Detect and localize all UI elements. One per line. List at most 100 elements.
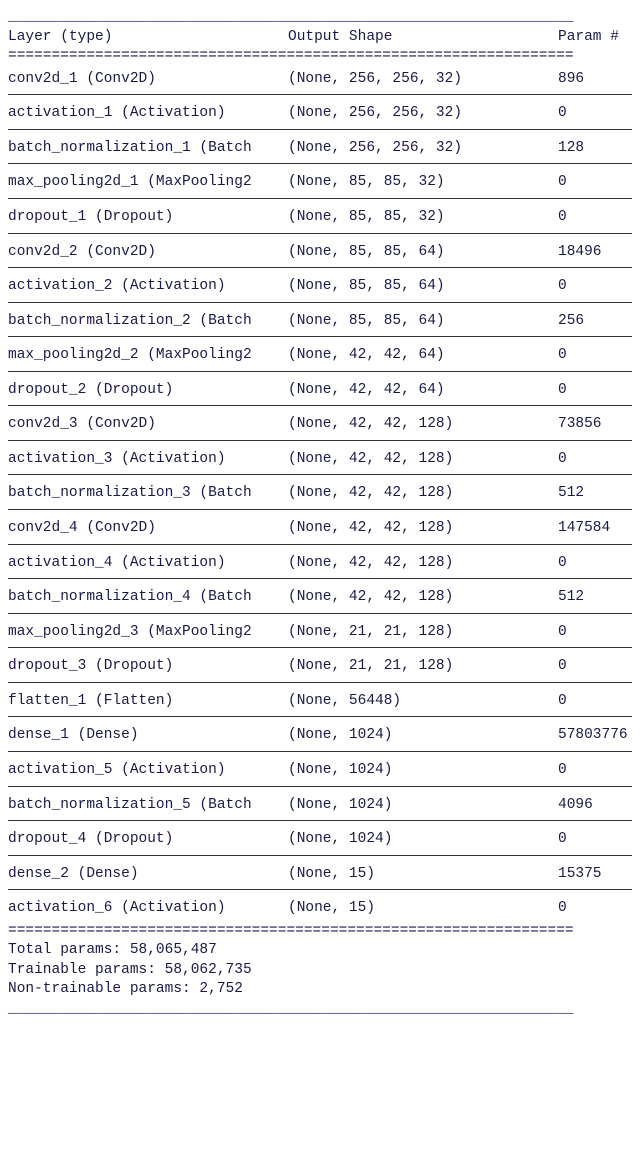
row-divider <box>8 267 632 268</box>
row-divider <box>8 544 632 545</box>
trainable-params: Trainable params: 58,062,735 <box>8 961 632 981</box>
layer-name: conv2d_4 (Conv2D) <box>8 519 288 539</box>
layer-row: conv2d_1 (Conv2D)(None, 256, 256, 32)896 <box>8 67 632 93</box>
layer-param: 0 <box>558 830 632 850</box>
layer-row: flatten_1 (Flatten)(None, 56448)0 <box>8 689 632 715</box>
layer-row: batch_normalization_3 (Batch(None, 42, 4… <box>8 481 632 507</box>
row-divider <box>8 855 632 856</box>
layer-shape: (None, 42, 42, 128) <box>288 415 558 435</box>
layer-name: activation_1 (Activation) <box>8 104 288 124</box>
row-divider <box>8 440 632 441</box>
nontrainable-params: Non-trainable params: 2,752 <box>8 980 632 1000</box>
layer-row: dropout_3 (Dropout)(None, 21, 21, 128)0 <box>8 654 632 680</box>
layer-shape: (None, 42, 42, 128) <box>288 519 558 539</box>
layer-shape: (None, 1024) <box>288 761 558 781</box>
layer-name: activation_2 (Activation) <box>8 277 288 297</box>
layer-name: activation_5 (Activation) <box>8 761 288 781</box>
layer-shape: (None, 21, 21, 128) <box>288 623 558 643</box>
layer-name: max_pooling2d_2 (MaxPooling2 <box>8 346 288 366</box>
layer-param: 0 <box>558 657 632 677</box>
layer-name: max_pooling2d_1 (MaxPooling2 <box>8 173 288 193</box>
header-shape: Output Shape <box>288 28 558 48</box>
layer-param: 0 <box>558 381 632 401</box>
bottom-underline: ________________________________________… <box>8 1000 632 1020</box>
layer-row: max_pooling2d_3 (MaxPooling2(None, 21, 2… <box>8 620 632 646</box>
layer-shape: (None, 85, 85, 64) <box>288 312 558 332</box>
row-divider <box>8 751 632 752</box>
layer-row: dropout_4 (Dropout)(None, 1024)0 <box>8 827 632 853</box>
row-divider <box>8 820 632 821</box>
layer-shape: (None, 42, 42, 128) <box>288 450 558 470</box>
footer-divider: ========================================… <box>8 922 632 942</box>
layer-row: activation_6 (Activation)(None, 15)0 <box>8 896 632 922</box>
layer-name: dense_2 (Dense) <box>8 865 288 885</box>
layer-row: conv2d_4 (Conv2D)(None, 42, 42, 128)1475… <box>8 516 632 542</box>
layer-row: activation_5 (Activation)(None, 1024)0 <box>8 758 632 784</box>
layer-name: batch_normalization_1 (Batch <box>8 139 288 159</box>
row-divider <box>8 647 632 648</box>
layer-name: dropout_1 (Dropout) <box>8 208 288 228</box>
row-divider <box>8 163 632 164</box>
header-row: Layer (type) Output Shape Param # <box>8 28 632 48</box>
layer-row: max_pooling2d_1 (MaxPooling2(None, 85, 8… <box>8 170 632 196</box>
layer-param: 15375 <box>558 865 632 885</box>
layer-param: 73856 <box>558 415 632 435</box>
layer-shape: (None, 15) <box>288 865 558 885</box>
layer-param: 4096 <box>558 796 632 816</box>
layer-param: 0 <box>558 346 632 366</box>
layer-shape: (None, 21, 21, 128) <box>288 657 558 677</box>
row-divider <box>8 889 632 890</box>
row-divider <box>8 613 632 614</box>
layer-param: 0 <box>558 104 632 124</box>
top-underline: ________________________________________… <box>8 8 632 28</box>
layer-param: 0 <box>558 173 632 193</box>
row-divider <box>8 405 632 406</box>
layer-name: dense_1 (Dense) <box>8 726 288 746</box>
layer-row: activation_1 (Activation)(None, 256, 256… <box>8 101 632 127</box>
layer-shape: (None, 42, 42, 128) <box>288 588 558 608</box>
row-divider <box>8 129 632 130</box>
layer-name: activation_4 (Activation) <box>8 554 288 574</box>
header-param: Param # <box>558 28 632 48</box>
layer-row: batch_normalization_4 (Batch(None, 42, 4… <box>8 585 632 611</box>
layer-name: flatten_1 (Flatten) <box>8 692 288 712</box>
layer-param: 0 <box>558 208 632 228</box>
layer-param: 512 <box>558 588 632 608</box>
layer-row: dropout_2 (Dropout)(None, 42, 42, 64)0 <box>8 378 632 404</box>
layer-shape: (None, 1024) <box>288 796 558 816</box>
layer-param: 0 <box>558 761 632 781</box>
layer-param: 0 <box>558 899 632 919</box>
layer-row: conv2d_3 (Conv2D)(None, 42, 42, 128)7385… <box>8 412 632 438</box>
total-params: Total params: 58,065,487 <box>8 941 632 961</box>
row-divider <box>8 336 632 337</box>
layer-shape: (None, 85, 85, 64) <box>288 243 558 263</box>
layer-row: batch_normalization_1 (Batch(None, 256, … <box>8 136 632 162</box>
layer-row: dropout_1 (Dropout)(None, 85, 85, 32)0 <box>8 205 632 231</box>
layer-row: conv2d_2 (Conv2D)(None, 85, 85, 64)18496 <box>8 240 632 266</box>
row-divider <box>8 509 632 510</box>
layer-param: 18496 <box>558 243 632 263</box>
layer-name: conv2d_3 (Conv2D) <box>8 415 288 435</box>
layer-shape: (None, 42, 42, 128) <box>288 554 558 574</box>
layer-param: 0 <box>558 450 632 470</box>
layer-row: activation_3 (Activation)(None, 42, 42, … <box>8 447 632 473</box>
layer-row: activation_4 (Activation)(None, 42, 42, … <box>8 551 632 577</box>
layer-shape: (None, 15) <box>288 899 558 919</box>
layer-shape: (None, 42, 42, 128) <box>288 484 558 504</box>
layer-name: dropout_4 (Dropout) <box>8 830 288 850</box>
row-divider <box>8 371 632 372</box>
layer-name: batch_normalization_2 (Batch <box>8 312 288 332</box>
row-divider <box>8 578 632 579</box>
layer-name: batch_normalization_5 (Batch <box>8 796 288 816</box>
layer-name: dropout_3 (Dropout) <box>8 657 288 677</box>
row-divider <box>8 716 632 717</box>
layer-param: 256 <box>558 312 632 332</box>
layer-name: max_pooling2d_3 (MaxPooling2 <box>8 623 288 643</box>
layer-shape: (None, 42, 42, 64) <box>288 346 558 366</box>
row-divider <box>8 198 632 199</box>
layer-shape: (None, 256, 256, 32) <box>288 104 558 124</box>
layer-name: batch_normalization_3 (Batch <box>8 484 288 504</box>
layer-row: dense_2 (Dense)(None, 15)15375 <box>8 862 632 888</box>
layer-name: conv2d_2 (Conv2D) <box>8 243 288 263</box>
row-divider <box>8 233 632 234</box>
